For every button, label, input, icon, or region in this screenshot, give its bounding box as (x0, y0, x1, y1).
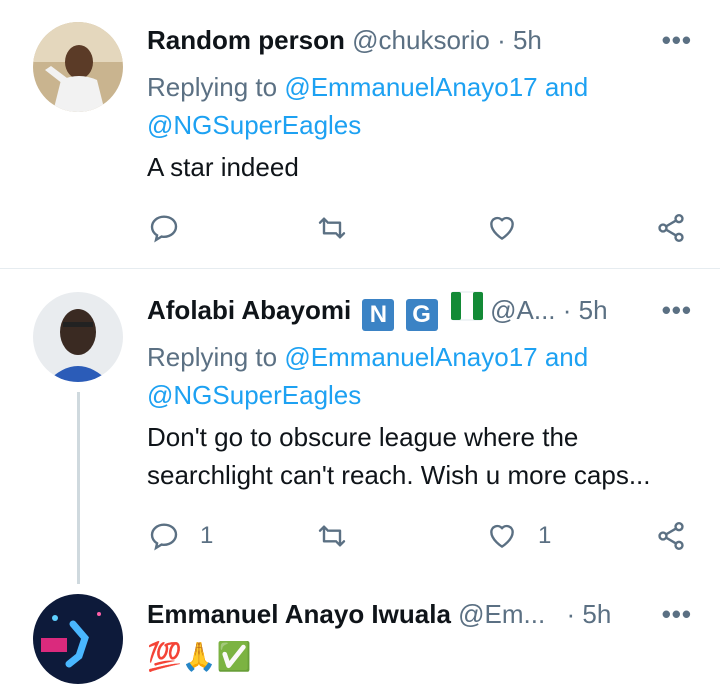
share-button[interactable] (655, 516, 687, 556)
tweet-header: Random person @chuksorio · 5h ••• (147, 20, 720, 60)
mention-and[interactable]: and (538, 72, 588, 102)
retweet-icon (318, 525, 346, 547)
retweet-icon (318, 217, 346, 239)
tweet-time[interactable]: 5h (579, 295, 608, 325)
separator-dot: · (562, 295, 572, 325)
tweet-header: Afolabi Abayomi N G @A... · 5h ••• (147, 290, 720, 331)
tweet-text: Don't go to obscure league where the sea… (147, 418, 707, 494)
tweet-text-line: searchlight can't reach. Wish u more cap… (147, 460, 651, 490)
tweet-actions: 1 1 (0, 516, 720, 556)
more-options-icon[interactable]: ••• (662, 598, 692, 630)
tweet-time[interactable]: 5h (582, 599, 611, 629)
separator-dot: · (497, 25, 506, 55)
author-handle[interactable]: @Em... (458, 599, 545, 629)
tweet-text: A star indeed (147, 152, 299, 182)
author-name[interactable]: Emmanuel Anayo Iwuala (147, 599, 451, 629)
author-handle[interactable]: @chuksorio (352, 25, 490, 55)
author-handle[interactable]: @A... (490, 295, 555, 325)
avatar-afolabi-abayomi[interactable] (33, 292, 123, 382)
divider (0, 268, 720, 269)
separator-dot: · (566, 599, 576, 629)
tweet-1[interactable]: Random person @chuksorio · 5h ••• Replyi… (0, 0, 720, 268)
tweet-time[interactable]: 5h (513, 25, 542, 55)
tweet-actions (0, 208, 720, 248)
tweet-text-line: Don't go to obscure league where the (147, 422, 579, 452)
reply-count: 1 (200, 522, 214, 549)
share-icon (658, 214, 684, 242)
more-options-icon[interactable]: ••• (662, 24, 692, 56)
badge-n: N (362, 299, 395, 331)
avatar-emmanuel-anayo-iwuala[interactable] (33, 594, 123, 684)
reply-icon (150, 523, 178, 551)
nigeria-flag-icon (450, 291, 483, 321)
more-options-icon[interactable]: ••• (662, 294, 692, 326)
share-button[interactable] (655, 208, 687, 248)
reply-button[interactable] (148, 208, 200, 248)
like-button[interactable]: 1 (486, 516, 551, 556)
author-name[interactable]: Random person (147, 25, 345, 55)
replying-to: Replying to @EmmanuelAnayo17 and @NGSupe… (147, 68, 588, 144)
mention-link[interactable]: @EmmanuelAnayo17 (284, 342, 537, 372)
mention-link[interactable]: @EmmanuelAnayo17 (284, 72, 537, 102)
reply-icon (150, 215, 178, 243)
mention-link[interactable]: @NGSuperEagles (147, 380, 361, 410)
reply-button[interactable]: 1 (148, 516, 213, 556)
tweet-header: Emmanuel Anayo Iwuala @Em... · 5h ••• (147, 594, 720, 634)
heart-icon (490, 216, 514, 240)
author-name[interactable]: Afolabi Abayomi (147, 295, 351, 325)
replying-prefix: Replying to (147, 342, 285, 372)
tweet-text: 💯🙏✅ (147, 641, 252, 672)
like-count: 1 (538, 522, 552, 549)
share-icon (658, 522, 684, 550)
mention-link[interactable]: @NGSuperEagles (147, 110, 361, 140)
tweet-3[interactable]: Emmanuel Anayo Iwuala @Em... · 5h ••• 💯🙏… (0, 592, 720, 684)
replying-to: Replying to @EmmanuelAnayo17 and @NGSupe… (147, 338, 588, 414)
avatar-random-person[interactable] (33, 22, 123, 112)
retweet-button[interactable] (316, 208, 348, 248)
avatar-image (33, 292, 123, 382)
tweet-2[interactable]: Afolabi Abayomi N G @A... · 5h ••• Reply… (0, 270, 720, 580)
like-button[interactable] (486, 208, 538, 248)
retweet-button[interactable] (316, 516, 348, 556)
mention-and[interactable]: and (538, 342, 588, 372)
heart-icon (490, 524, 514, 548)
badge-g: G (405, 299, 438, 331)
replying-prefix: Replying to (147, 72, 285, 102)
avatar-image (33, 22, 123, 112)
avatar-image (33, 594, 123, 684)
